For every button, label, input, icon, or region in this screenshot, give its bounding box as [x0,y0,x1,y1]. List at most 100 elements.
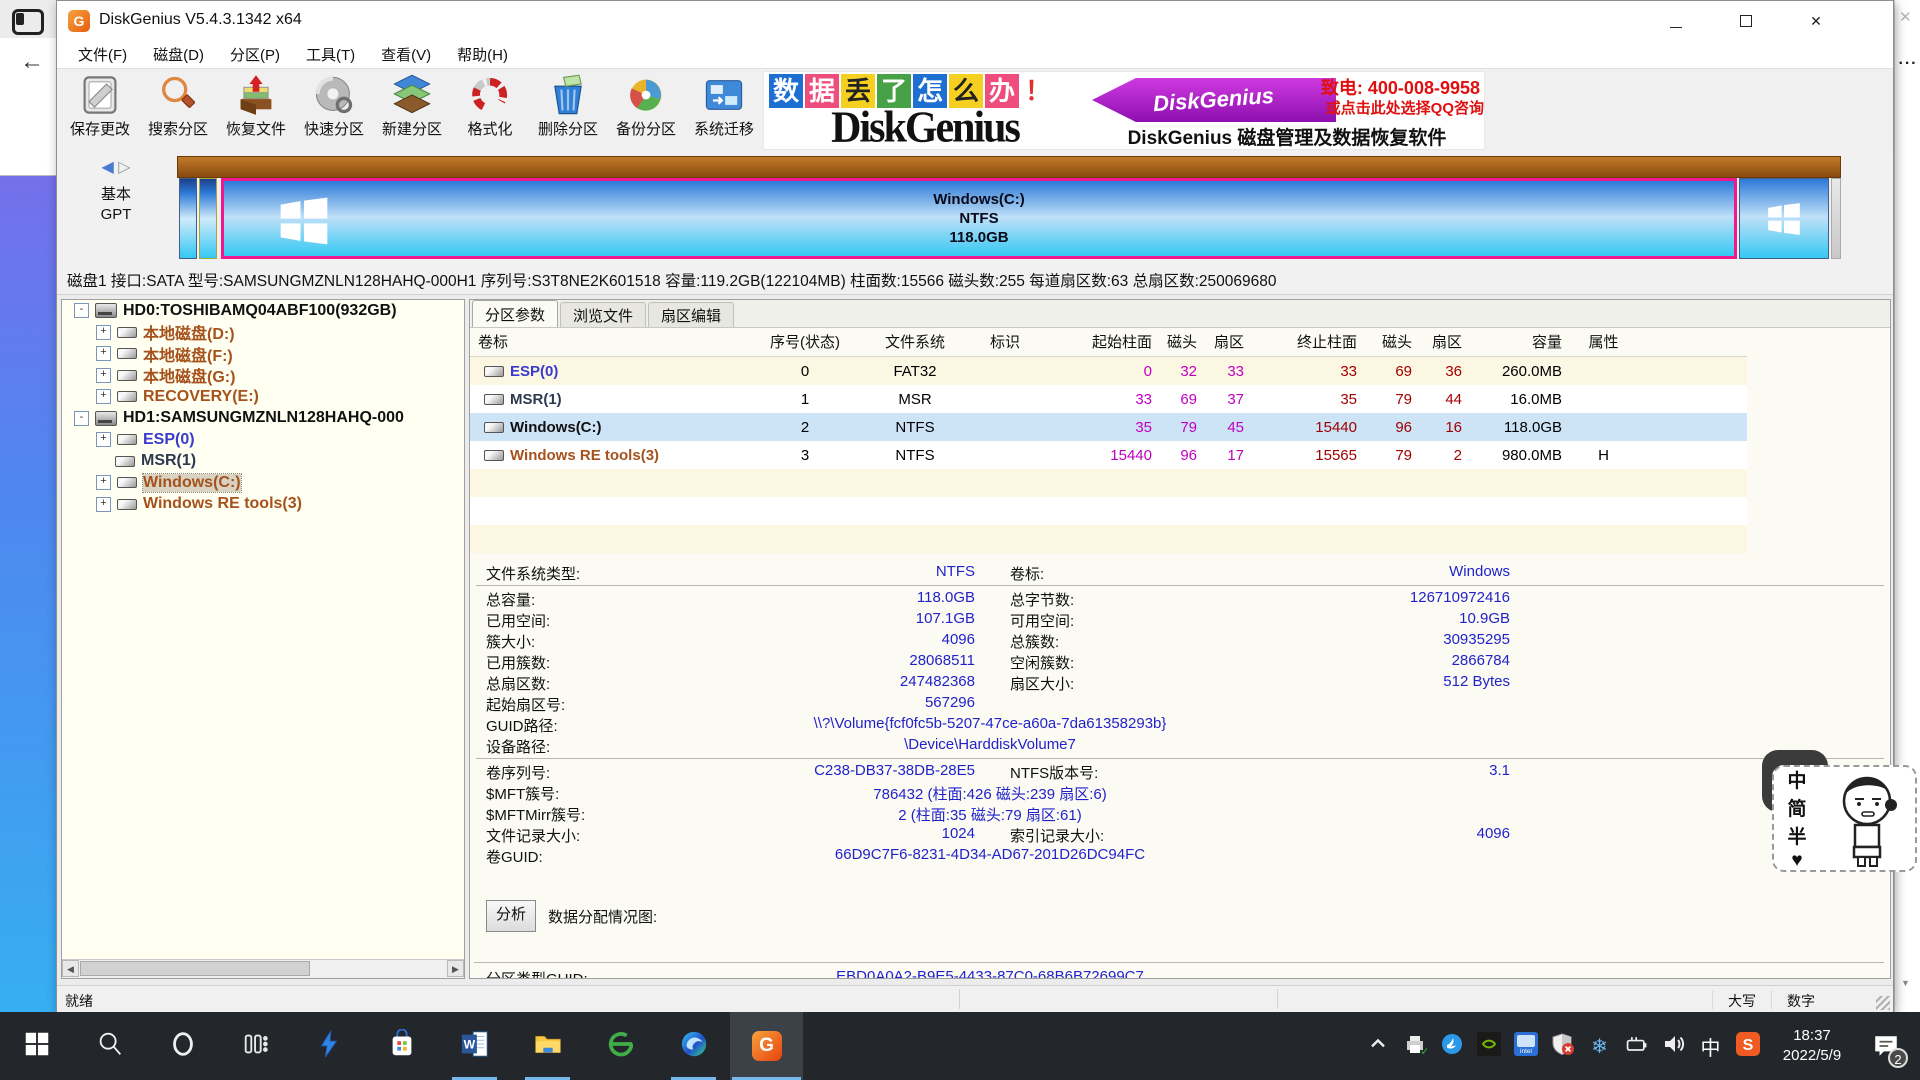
toolbar-button-save[interactable]: 保存更改 [61,71,139,149]
menu-item[interactable]: 工具(T) [293,41,368,68]
expand-icon[interactable]: + [96,432,111,447]
toolbar-button-delete-partition[interactable]: 删除分区 [529,71,607,149]
windows-c-partition-block[interactable]: Windows(C:) NTFS 118.0GB [221,178,1737,259]
taskbar-button-file-explorer[interactable] [511,1012,584,1080]
tree-item[interactable]: +本地磁盘(D:) [62,322,464,344]
table-row[interactable]: Windows RE tools(3)3NTFS1544096171556579… [470,441,1747,469]
scrollbar-thumb[interactable] [80,961,310,976]
tray-sogou[interactable]: S [1729,1012,1766,1080]
next-disk-icon[interactable]: ▷ [118,159,130,176]
notification-center-button[interactable]: 2 [1858,1012,1914,1080]
taskbar-button-start[interactable] [0,1012,73,1080]
taskbar-button-lightning-app[interactable] [292,1012,365,1080]
analyze-button[interactable]: 分析 [486,900,536,932]
table-row[interactable]: Windows(C:)2NTFS357945154409616118.0GB [470,413,1747,441]
column-header[interactable]: 扇区 [1205,331,1252,352]
taskbar-button-search[interactable] [73,1012,146,1080]
tree-item[interactable]: -HD1:SAMSUNGMZNLN128HAHQ-000 [62,408,464,430]
tree-item[interactable]: +RECOVERY(E:) [62,386,464,408]
toolbar-button-format[interactable]: 格式化 [451,71,529,149]
resize-grip[interactable] [1876,996,1890,1010]
tree-item[interactable]: +ESP(0) [62,429,464,451]
column-header[interactable]: 磁头 [1365,331,1420,352]
tree-item[interactable]: +Windows RE tools(3) [62,494,464,516]
collapse-icon[interactable]: - [74,411,89,426]
menu-item[interactable]: 帮助(H) [444,41,521,68]
maximize-button[interactable] [1723,1,1769,41]
taskbar-button-task-view[interactable] [219,1012,292,1080]
column-header[interactable]: 序号(状态) [750,331,860,352]
tray-chevron-up[interactable] [1359,1012,1396,1080]
menu-item[interactable]: 文件(F) [65,41,140,68]
toolbar-button-backup-partition[interactable]: 备份分区 [607,71,685,149]
taskbar-button-word[interactable]: W [438,1012,511,1080]
banner-qq-link[interactable]: 或点击此处选择QQ咨询 [1260,97,1484,118]
toolbar-button-recover-files[interactable]: 恢复文件 [217,71,295,149]
browser-more-icon[interactable]: ··· [1897,55,1919,73]
tray-defender-alert[interactable] [1544,1012,1581,1080]
tree-item[interactable]: +Windows(C:) [62,472,464,494]
tab-扇区编辑[interactable]: 扇区编辑 [648,302,734,327]
prev-disk-icon[interactable]: ◀ [101,159,113,176]
tray-snowflake[interactable]: ❄ [1581,1012,1618,1080]
tree-item[interactable]: -HD0:TOSHIBAMQ04ABF100(932GB) [62,300,464,322]
scroll-down-icon[interactable]: ▼ [1901,978,1910,988]
column-header[interactable]: 终止柱面 [1252,331,1365,352]
disk-header-strip[interactable] [177,156,1841,178]
expand-icon[interactable]: + [96,497,111,512]
column-header[interactable]: 磁头 [1160,331,1205,352]
expand-icon[interactable]: + [96,368,111,383]
tree-item[interactable]: MSR(1) [62,451,464,473]
tree-horizontal-scrollbar[interactable]: ◀ ▶ [62,959,464,978]
toolbar-button-quick-partition[interactable]: 快速分区 [295,71,373,149]
taskbar-button-cortana[interactable] [146,1012,219,1080]
background-close-icon[interactable]: ✕ [1899,8,1912,26]
menu-item[interactable]: 查看(V) [368,41,444,68]
toolbar-button-search-partition[interactable]: 搜索分区 [139,71,217,149]
windows-re-partition-block[interactable] [1739,178,1829,259]
expand-icon[interactable]: + [96,346,111,361]
close-button[interactable]: ✕ [1793,1,1839,41]
tray-printer-check[interactable]: ✓ [1396,1012,1433,1080]
expand-icon[interactable]: + [96,475,111,490]
toolbar-button-system-migrate[interactable]: 系统迁移 [685,71,763,149]
expand-icon[interactable]: + [96,325,111,340]
browser-back-icon[interactable]: ← [20,48,44,76]
tray-speaker[interactable] [1655,1012,1692,1080]
tray-nvidia[interactable] [1470,1012,1507,1080]
collapse-icon[interactable]: - [74,303,89,318]
tray-intel-graphics[interactable]: intel [1507,1012,1544,1080]
menu-item[interactable]: 分区(P) [217,41,293,68]
table-row[interactable]: ESP(0)0FAT3203233336936260.0MB [470,357,1747,385]
tray-battery[interactable] [1618,1012,1655,1080]
tree-item[interactable]: +本地磁盘(G:) [62,365,464,387]
msr-partition-strip[interactable] [199,178,217,259]
table-row[interactable]: MSR(1)1MSR33693735794416.0MB [470,385,1747,413]
tab-浏览文件[interactable]: 浏览文件 [560,302,646,327]
scroll-left-icon[interactable]: ◀ [62,960,79,977]
tray-dingtalk[interactable] [1433,1012,1470,1080]
column-header[interactable]: 标识 [970,331,1040,352]
expand-icon[interactable]: + [96,389,111,404]
tab-分区参数[interactable]: 分区参数 [472,300,558,327]
browser-tab-icon[interactable] [12,9,44,35]
tray-ime-zh[interactable]: 中 [1692,1012,1729,1080]
taskbar-button-store[interactable] [365,1012,438,1080]
minimize-button[interactable] [1653,1,1699,41]
column-header[interactable]: 扇区 [1420,331,1470,352]
column-header[interactable]: 起始柱面 [1040,331,1160,352]
ad-banner[interactable]: 数据丢了怎么办！ DiskGenius DiskGenius 致电: 400-0… [763,71,1485,150]
taskbar-button-edge[interactable] [657,1012,730,1080]
taskbar-button-internet-explorer[interactable] [584,1012,657,1080]
esp-partition-strip[interactable] [179,178,197,259]
column-header[interactable]: 属性 [1570,331,1637,352]
column-header[interactable]: 卷标 [470,331,750,352]
tree-item[interactable]: +本地磁盘(F:) [62,343,464,365]
column-header[interactable]: 文件系统 [860,331,970,352]
clock[interactable]: 18:37 2022/5/9 [1766,1026,1858,1066]
column-header[interactable]: 容量 [1470,331,1570,352]
menu-item[interactable]: 磁盘(D) [140,41,217,68]
scroll-right-icon[interactable]: ▶ [447,960,464,977]
toolbar-button-new-partition[interactable]: 新建分区 [373,71,451,149]
taskbar-button-diskgenius[interactable]: G [730,1012,803,1080]
